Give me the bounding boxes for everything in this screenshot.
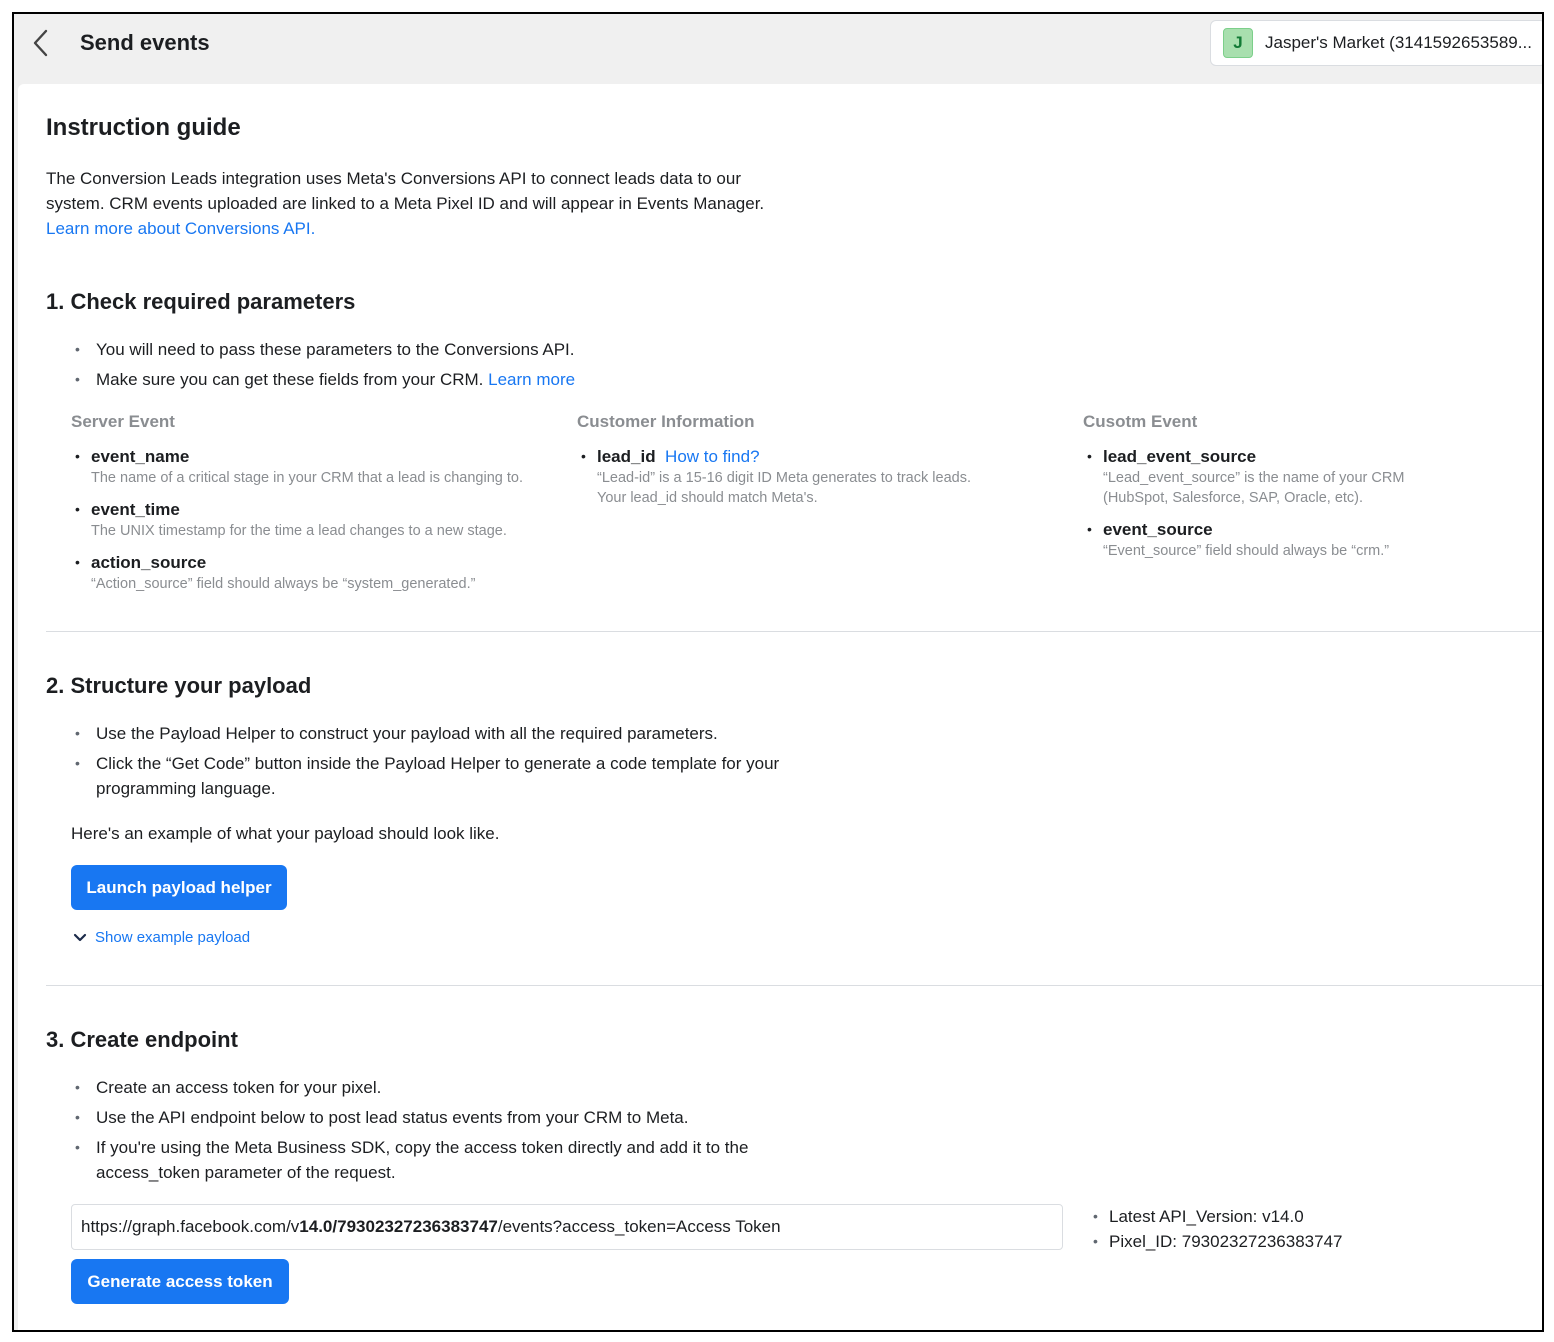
list-item: Use the API endpoint below to post lead … [71,1105,971,1130]
endpoint-url-field[interactable]: https://graph.facebook.com/v 14.0/7930232… [71,1204,1063,1250]
param-name: lead_event_source [1103,447,1257,466]
guide-intro-text: The Conversion Leads integration uses Me… [46,169,765,213]
top-bar: Send events J Jasper's Market (314159265… [14,14,1542,82]
server-event-params: • event_name The name of a critical stag… [71,446,551,594]
step3-bullets: Create an access token for your pixel. U… [71,1075,971,1190]
avatar: J [1223,28,1253,58]
learn-more-link[interactable]: Learn more [488,370,575,389]
bullet-text: You will need to pass these parameters t… [96,340,575,359]
divider [46,985,1542,986]
bullet-icon: • [1087,448,1092,464]
bullet-icon: • [581,448,586,464]
bullet-text: If you're using the Meta Business SDK, c… [96,1138,749,1157]
param-item: • action_source “Action_source” field sh… [71,552,551,594]
list-item: Create an access token for your pixel. [71,1075,971,1100]
param-desc: “Event_source” field should always be “c… [1103,543,1390,559]
param-name-row: lead_id How to find? [597,446,1077,468]
guide-intro: The Conversion Leads integration uses Me… [46,166,766,241]
param-item: • event_name The name of a critical stag… [71,446,551,488]
custom-event-heading: Cusotm Event [1083,412,1198,431]
bullet-text: Click the “Get Code” button inside the P… [96,754,780,773]
param-item: • event_time The UNIX timestamp for the … [71,499,551,541]
divider [46,631,1542,632]
app-window: Send events J Jasper's Market (314159265… [12,12,1544,1332]
endpoint-meta: Latest API_Version: v14.0 Pixel_ID: 7930… [1093,1204,1342,1254]
show-example-label: Show example payload [95,929,251,946]
param-name: event_name [91,447,190,466]
step2-title: 2. Structure your payload [46,673,312,698]
step1-title: 1. Check required parameters [46,289,356,314]
param-item: • event_source “Event_source” field shou… [1083,519,1523,561]
param-desc: Your lead_id should match Meta's. [597,490,818,506]
param-desc: “Lead-id” is a 15-16 digit ID Meta gener… [597,470,971,486]
endpoint-prefix: https://graph.facebook.com/v [81,1217,300,1236]
bullet-icon: • [75,554,80,570]
param-desc: The UNIX timestamp for the time a lead c… [91,523,507,539]
chevron-left-icon [33,29,48,57]
how-to-find-link[interactable]: How to find? [665,447,760,466]
show-example-payload-toggle[interactable]: Show example payload [73,929,250,946]
customer-info-heading: Customer Information [577,412,755,431]
endpoint-version: 14.0 [299,1217,333,1236]
param-desc: (HubSpot, Salesforce, SAP, Oracle, etc). [1103,490,1364,506]
api-version-label: Latest API_Version: v14.0 [1093,1204,1342,1229]
param-desc: The name of a critical stage in your CRM… [91,470,523,486]
endpoint-suffix: /events?access_token=Access Token [497,1217,781,1236]
server-event-heading: Server Event [71,412,175,431]
step2-bullets: Use the Payload Helper to construct your… [71,721,971,806]
back-button[interactable] [26,28,56,58]
guide-title: Instruction guide [46,114,241,141]
list-item: You will need to pass these parameters t… [71,337,971,362]
param-item: • lead_event_source “Lead_event_source” … [1083,446,1523,508]
endpoint-pixel: 79302327236383747 [337,1217,498,1236]
list-item: Click the “Get Code” button inside the P… [71,751,971,801]
param-desc: “Lead_event_source” is the name of your … [1103,470,1405,486]
param-name: event_time [91,500,180,519]
step3-title: 3. Create endpoint [46,1027,238,1052]
bullet-text: Create an access token for your pixel. [96,1078,382,1097]
param-desc: “Action_source” field should always be “… [91,576,476,592]
content-panel: Instruction guide The Conversion Leads i… [18,84,1542,1330]
custom-event-params: • lead_event_source “Lead_event_source” … [1083,446,1523,561]
param-name: action_source [91,553,207,572]
example-text: Here's an example of what your payload s… [71,824,500,843]
generate-access-token-button[interactable]: Generate access token [71,1259,289,1304]
customer-info-params: • lead_id How to find? “Lead-id” is a 15… [577,446,1077,508]
bullet-icon: • [75,448,80,464]
list-item: Use the Payload Helper to construct your… [71,721,971,746]
page-title: Send events [80,30,210,55]
bullet-text: programming language. [96,779,276,798]
account-selector[interactable]: J Jasper's Market (3141592653589... [1210,20,1542,66]
bullet-text: Make sure you can get these fields from … [96,370,484,389]
bullet-text: Use the Payload Helper to construct your… [96,724,718,743]
list-item: If you're using the Meta Business SDK, c… [71,1135,971,1185]
list-item: Make sure you can get these fields from … [71,367,971,392]
bullet-text: Use the API endpoint below to post lead … [96,1108,689,1127]
pixel-id-label: Pixel_ID: 79302327236383747 [1093,1229,1342,1254]
learn-more-conversions-link[interactable]: Learn more about Conversions API. [46,219,315,238]
bullet-text: access_token parameter of the request. [96,1163,396,1182]
chevron-down-icon [73,933,87,941]
launch-payload-helper-button[interactable]: Launch payload helper [71,865,287,910]
bullet-icon: • [1087,521,1092,537]
bullet-icon: • [75,501,80,517]
param-name: lead_id [597,447,656,466]
account-name: Jasper's Market (3141592653589... [1265,33,1532,52]
param-item: • lead_id How to find? “Lead-id” is a 15… [577,446,1077,508]
step1-bullets: You will need to pass these parameters t… [71,337,971,397]
param-name: event_source [1103,520,1213,539]
